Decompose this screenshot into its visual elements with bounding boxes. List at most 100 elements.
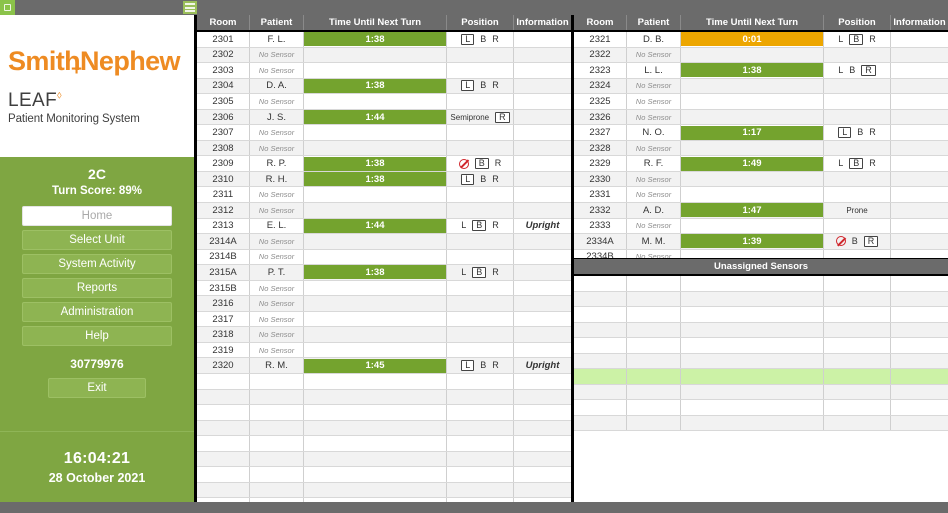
table-row[interactable] [197, 405, 571, 421]
table-row[interactable]: 2302 No Sensor [197, 47, 571, 64]
table-row[interactable] [574, 307, 948, 323]
right-table-body[interactable]: 2321 D. B. 0:01 L B R 2322 No Sensor 2323 L. L. 1:… [574, 32, 948, 258]
table-row[interactable]: 2334B No Sensor [574, 249, 948, 258]
sidebar-item-system-activity[interactable]: System Activity [22, 253, 172, 274]
table-row[interactable]: 2315B No Sensor [197, 280, 571, 297]
table-row[interactable] [197, 482, 571, 499]
table-row[interactable]: 2330 No Sensor [574, 171, 948, 188]
table-row[interactable]: 2328 No Sensor [574, 140, 948, 157]
sidebar-item-help[interactable]: Help [22, 325, 172, 346]
table-row[interactable]: 2305 No Sensor [197, 94, 571, 110]
cell-patient: No Sensor [250, 327, 304, 342]
table-row[interactable]: 2334A M. M. 1:39 B R [574, 234, 948, 250]
table-row[interactable] [574, 338, 948, 354]
table-row[interactable]: 2324 No Sensor [574, 78, 948, 95]
cell-time-until-next-turn [304, 405, 447, 420]
cell-time-until-next-turn [304, 125, 447, 140]
cell-information [514, 141, 571, 156]
table-row[interactable]: 2309 R. P. 1:38 B R [197, 156, 571, 172]
table-row[interactable] [574, 384, 948, 401]
cell-time-until-next-turn [304, 47, 447, 63]
table-row[interactable]: 2320 R. M. 1:45 L B R Upright [197, 358, 571, 375]
cell-patient: No Sensor [250, 234, 304, 249]
unassigned-sensors-body[interactable] [574, 276, 948, 502]
table-row[interactable] [574, 353, 948, 370]
cell-position [824, 415, 891, 431]
table-row[interactable] [574, 276, 948, 292]
table-row[interactable]: 2317 No Sensor [197, 311, 571, 328]
left-table-body[interactable]: 2301 F. L. 1:38 L B R 2302 No Sensor 2303 No Sens… [197, 32, 571, 502]
cell-position [824, 322, 891, 338]
cell-patient [627, 353, 681, 369]
table-row[interactable] [197, 451, 571, 468]
table-row[interactable]: 2304 D. A. 1:38 L B R [197, 78, 571, 95]
sidebar-item-reports[interactable]: Reports [22, 277, 172, 298]
table-row[interactable] [197, 436, 571, 452]
table-row[interactable]: 2306 J. S. 1:44 Semiprone R [197, 109, 571, 126]
table-row[interactable] [197, 467, 571, 483]
sidebar-item-select-unit[interactable]: Select Unit [22, 229, 172, 250]
position-letter-r: R [492, 173, 499, 184]
column-header-patient: Patient [250, 15, 304, 30]
hamburger-menu-icon[interactable] [183, 1, 197, 14]
table-row[interactable]: 2326 No Sensor [574, 109, 948, 126]
table-row[interactable]: 2314B No Sensor [197, 249, 571, 266]
brand-block: SmithNephew LEAF◊ Patient Monitoring Sys… [0, 15, 194, 157]
cell-time-until-next-turn [304, 467, 447, 482]
position-indicator: LBR [824, 33, 890, 45]
cell-time-until-next-turn: 1:38 [304, 78, 447, 94]
cell-position [824, 338, 891, 353]
cell-time-until-next-turn [304, 280, 447, 296]
cell-patient: D. A. [250, 78, 304, 94]
table-row[interactable] [574, 322, 948, 339]
table-row[interactable]: 2316 No Sensor [197, 296, 571, 312]
sidebar-item-home[interactable]: Home [22, 205, 172, 226]
position-letter-b: B [474, 158, 489, 170]
sidebar-item-administration[interactable]: Administration [22, 301, 172, 322]
table-row[interactable]: 2319 No Sensor [197, 342, 571, 359]
position-indicator: LBR [447, 266, 513, 278]
table-row[interactable]: 2325 No Sensor [574, 94, 948, 110]
table-row[interactable]: 2303 No Sensor [197, 63, 571, 79]
cell-patient: No Sensor [250, 203, 304, 218]
table-row[interactable]: 2321 D. B. 0:01 L B R [574, 32, 948, 48]
table-row[interactable] [574, 291, 948, 308]
cell-information: Upright [525, 220, 560, 232]
table-row[interactable] [574, 369, 948, 385]
table-row[interactable]: 2331 No Sensor [574, 187, 948, 204]
position-indicator: BR [447, 158, 513, 170]
table-row[interactable] [197, 420, 571, 437]
table-row[interactable]: 2311 No Sensor [197, 187, 571, 204]
cell-position [824, 171, 891, 187]
table-row[interactable]: 2310 R. H. 1:38 L B R [197, 171, 571, 188]
cell-time-until-next-turn [304, 94, 447, 109]
table-row[interactable] [197, 498, 571, 502]
table-row[interactable] [197, 374, 571, 390]
cell-time-until-next-turn [304, 451, 447, 467]
table-row[interactable]: 2314A No Sensor [197, 234, 571, 250]
exit-button[interactable]: Exit [48, 377, 146, 398]
table-row[interactable] [574, 400, 948, 416]
table-row[interactable]: 2313 E. L. 1:44 L B R Upright [197, 218, 571, 235]
table-row[interactable]: 2323 L. L. 1:38 L B R [574, 63, 948, 79]
table-row[interactable]: 2308 No Sensor [197, 140, 571, 157]
table-row[interactable]: 2322 No Sensor [574, 47, 948, 64]
left-table-panel: Room Patient Time Until Next Turn Positi… [197, 15, 574, 502]
table-row[interactable]: 2332 A. D. 1:47 Prone [574, 203, 948, 219]
table-row[interactable] [197, 389, 571, 406]
table-row[interactable]: 2329 R. F. 1:49 L B R [574, 156, 948, 172]
turn-timer-bar: 1:38 [304, 265, 446, 280]
cell-information [514, 156, 571, 171]
table-row[interactable]: 2315A P. T. 1:38 L B R [197, 265, 571, 281]
cell-information [514, 312, 571, 327]
table-row[interactable]: 2318 No Sensor [197, 327, 571, 343]
table-row[interactable] [574, 415, 948, 432]
tables-area: Room Patient Time Until Next Turn Positi… [197, 15, 948, 502]
table-row[interactable]: 2307 No Sensor [197, 125, 571, 141]
table-row[interactable]: 2333 No Sensor [574, 218, 948, 235]
table-row[interactable]: 2327 N. O. 1:17 L B R [574, 125, 948, 141]
table-row[interactable]: 2301 F. L. 1:38 L B R [197, 32, 571, 48]
cell-time-until-next-turn: 1:38 [681, 63, 824, 78]
cell-position [447, 140, 514, 156]
table-row[interactable]: 2312 No Sensor [197, 203, 571, 219]
